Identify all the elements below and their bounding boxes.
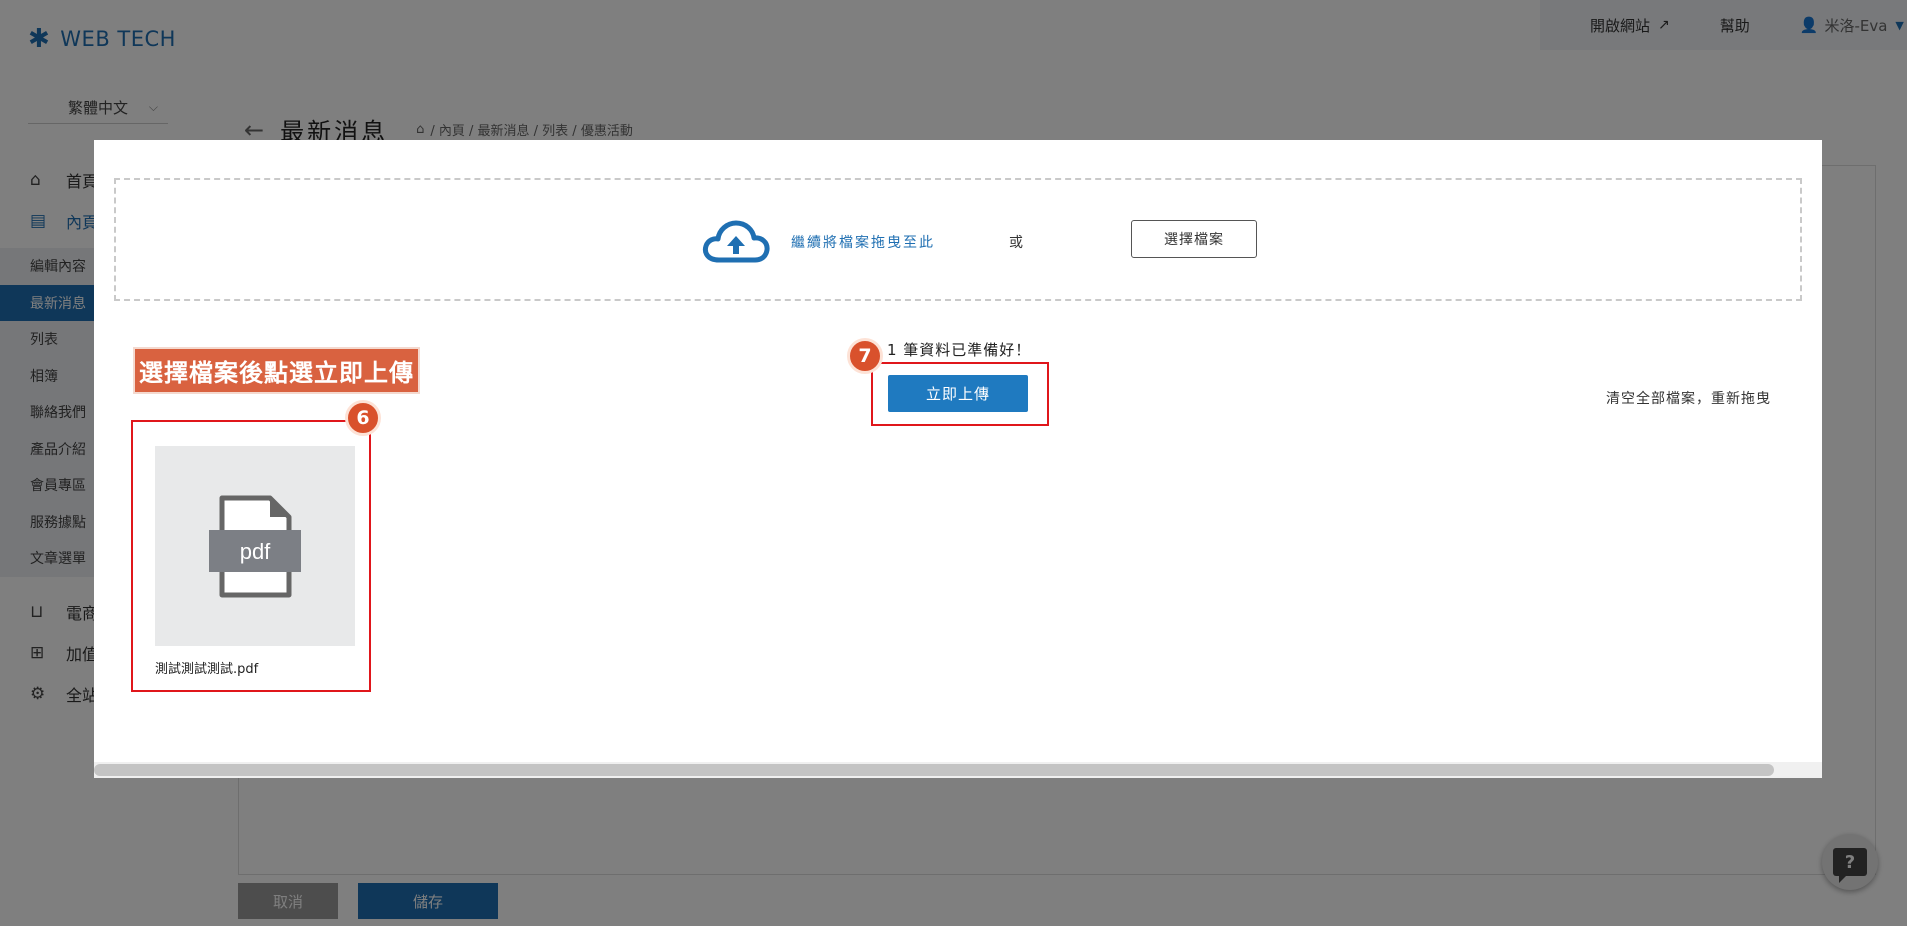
- dropzone-text: 繼續將檔案拖曳至此: [791, 235, 935, 251]
- cloud-upload-icon: [702, 220, 770, 263]
- annotation-instruction: 選擇檔案後點選立即上傳: [133, 347, 420, 394]
- pdf-type-label: pdf: [240, 539, 271, 564]
- ready-status-text: 1 筆資料已準備好！: [887, 341, 1032, 359]
- choose-file-button[interactable]: 選擇檔案: [1131, 220, 1257, 258]
- or-text: 或: [1009, 235, 1023, 251]
- pdf-file-icon: pdf: [209, 495, 301, 598]
- annotation-badge-7: 7: [847, 338, 883, 374]
- horizontal-scrollbar[interactable]: [94, 762, 1822, 778]
- file-dropzone[interactable]: 繼續將檔案拖曳至此 或 選擇檔案: [114, 178, 1802, 301]
- scrollbar-thumb[interactable]: [94, 764, 1774, 776]
- file-thumbnail[interactable]: pdf: [155, 446, 355, 646]
- clear-all-files-link[interactable]: 清空全部檔案，重新拖曳: [1606, 388, 1771, 408]
- upload-modal: 繼續將檔案拖曳至此 或 選擇檔案 選擇檔案後點選立即上傳 1 筆資料已準備好！ …: [94, 140, 1822, 778]
- upload-now-button[interactable]: 立即上傳: [888, 375, 1028, 412]
- annotation-badge-6: 6: [345, 400, 381, 436]
- file-name: 測試測試測試.pdf: [155, 662, 259, 677]
